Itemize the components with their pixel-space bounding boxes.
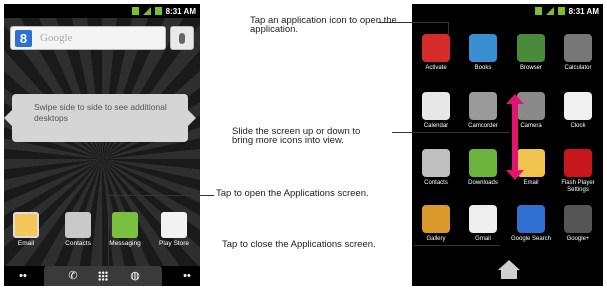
- page-dots-left-icon[interactable]: ••: [16, 269, 30, 283]
- app-label: Flash Player Settings: [561, 180, 595, 193]
- email-icon: [13, 212, 39, 238]
- dock-label: Email: [17, 240, 35, 247]
- app-browser[interactable]: Browser: [508, 34, 554, 72]
- dock-email[interactable]: Email: [9, 212, 43, 247]
- search-placeholder: Google: [40, 32, 73, 44]
- app-grid-icon: [98, 271, 108, 281]
- app-label: Google Search: [510, 236, 552, 242]
- google-search-icon: [517, 205, 545, 233]
- status-time: 8:31 AM: [568, 6, 599, 16]
- callout-tap-close: Tap to close the Applications screen.: [222, 239, 376, 250]
- app-calculator[interactable]: Calculator: [555, 34, 601, 72]
- app-google-plus[interactable]: Google+: [555, 205, 601, 243]
- app-label: Calculator: [564, 65, 592, 71]
- home-button[interactable]: [501, 270, 517, 279]
- camcorder-icon: [469, 92, 497, 120]
- dock-contacts[interactable]: Contacts: [61, 212, 95, 247]
- arrow-down-icon: [506, 170, 524, 180]
- status-bar: 8:31 AM: [412, 4, 603, 18]
- app-books[interactable]: Books: [460, 34, 506, 72]
- swipe-hint-text: Swipe side to side to see additional des…: [34, 102, 167, 123]
- app-label: Gallery: [426, 236, 446, 242]
- dock-messaging[interactable]: Messaging: [108, 212, 142, 247]
- app-label: Contacts: [424, 180, 448, 186]
- home-icon[interactable]: [498, 260, 520, 270]
- app-google-search[interactable]: Google Search: [508, 205, 554, 243]
- app-label: Books: [474, 65, 492, 71]
- dock-label: Contacts: [65, 240, 91, 247]
- app-label: Gmail: [475, 236, 491, 242]
- applications-button[interactable]: [96, 269, 110, 283]
- downloads-icon: [469, 149, 497, 177]
- callout-line: [108, 195, 109, 271]
- callout-line: [378, 22, 448, 23]
- gallery-icon: [422, 205, 450, 233]
- gmail-icon: [469, 205, 497, 233]
- usb-icon: [534, 7, 542, 15]
- page-dots-right-icon[interactable]: ••: [180, 269, 194, 283]
- battery-icon: [557, 7, 565, 15]
- arrow-up-icon: [506, 94, 524, 104]
- signal-icon: [142, 7, 151, 15]
- app-label: Activate: [425, 65, 447, 71]
- app-label: Email: [523, 180, 539, 186]
- app-label: Google+: [566, 236, 590, 242]
- status-time: 8:31 AM: [165, 6, 196, 16]
- callout-line: [414, 245, 500, 246]
- hint-arrow-right-icon: [188, 110, 196, 126]
- callout-slide: Slide the screen up or down to bring mor…: [232, 126, 361, 146]
- messaging-icon: [112, 212, 138, 238]
- flash-player-icon: [564, 149, 592, 177]
- app-label: Clock: [570, 123, 586, 129]
- callout-line: [392, 132, 510, 133]
- app-calendar[interactable]: Calendar: [413, 92, 459, 130]
- app-label: Camcorder: [468, 123, 498, 129]
- app-label: Browser: [519, 65, 542, 71]
- voice-search-button[interactable]: [170, 26, 194, 50]
- dock-play-store[interactable]: Play Store: [157, 212, 191, 247]
- app-contacts[interactable]: Contacts: [413, 149, 459, 187]
- dock-label: Play Store: [159, 240, 189, 247]
- mic-icon: [179, 32, 185, 44]
- swipe-hint: Swipe side to side to see additional des…: [4, 94, 196, 142]
- app-gmail[interactable]: Gmail: [460, 205, 506, 243]
- search-box[interactable]: 8 Google: [10, 26, 166, 50]
- app-clock[interactable]: Clock: [555, 92, 601, 130]
- callout-tap-icon: Tap an application icon to open the appl…: [250, 15, 397, 35]
- app-flash-player-settings[interactable]: Flash Player Settings: [555, 149, 601, 194]
- books-icon: [469, 34, 497, 62]
- app-camcorder[interactable]: Camcorder: [460, 92, 506, 130]
- scroll-indicator: [512, 102, 518, 172]
- browser-icon[interactable]: ◍: [128, 269, 142, 283]
- dock-label: Messaging: [109, 240, 141, 247]
- callout-tap-open: Tap to open the Applications screen.: [216, 188, 369, 199]
- contacts-icon: [422, 149, 450, 177]
- usb-icon: [131, 7, 139, 15]
- contacts-icon: [65, 212, 91, 238]
- battery-icon: [154, 7, 162, 15]
- app-downloads[interactable]: Downloads: [460, 149, 506, 187]
- google-plus-icon: [564, 205, 592, 233]
- app-label: Downloads: [468, 180, 498, 186]
- play-store-icon: [161, 212, 187, 238]
- status-bar: 8:31 AM: [4, 4, 200, 18]
- google-logo-icon: 8: [15, 29, 32, 47]
- clock-icon: [564, 92, 592, 120]
- google-search-widget[interactable]: 8 Google: [10, 26, 194, 52]
- home-screen: 8:31 AM 8 Google Swipe side to side to s…: [4, 4, 200, 286]
- app-gallery[interactable]: Gallery: [413, 205, 459, 243]
- phone-icon[interactable]: ✆: [66, 269, 80, 283]
- activate-icon: [422, 34, 450, 62]
- calculator-icon: [564, 34, 592, 62]
- hint-arrow-left-icon: [4, 110, 12, 126]
- app-activate[interactable]: Activate: [413, 34, 459, 72]
- signal-icon: [545, 7, 554, 15]
- launcher-bar: •• ✆ ◍ ••: [4, 266, 200, 286]
- callout-line: [448, 22, 449, 36]
- app-label: Calendar: [423, 123, 449, 129]
- browser-icon: [517, 34, 545, 62]
- applications-screen: 8:31 AM Activate Books Browser Calculato…: [412, 4, 603, 286]
- calendar-icon: [422, 92, 450, 120]
- callout-line: [108, 195, 214, 196]
